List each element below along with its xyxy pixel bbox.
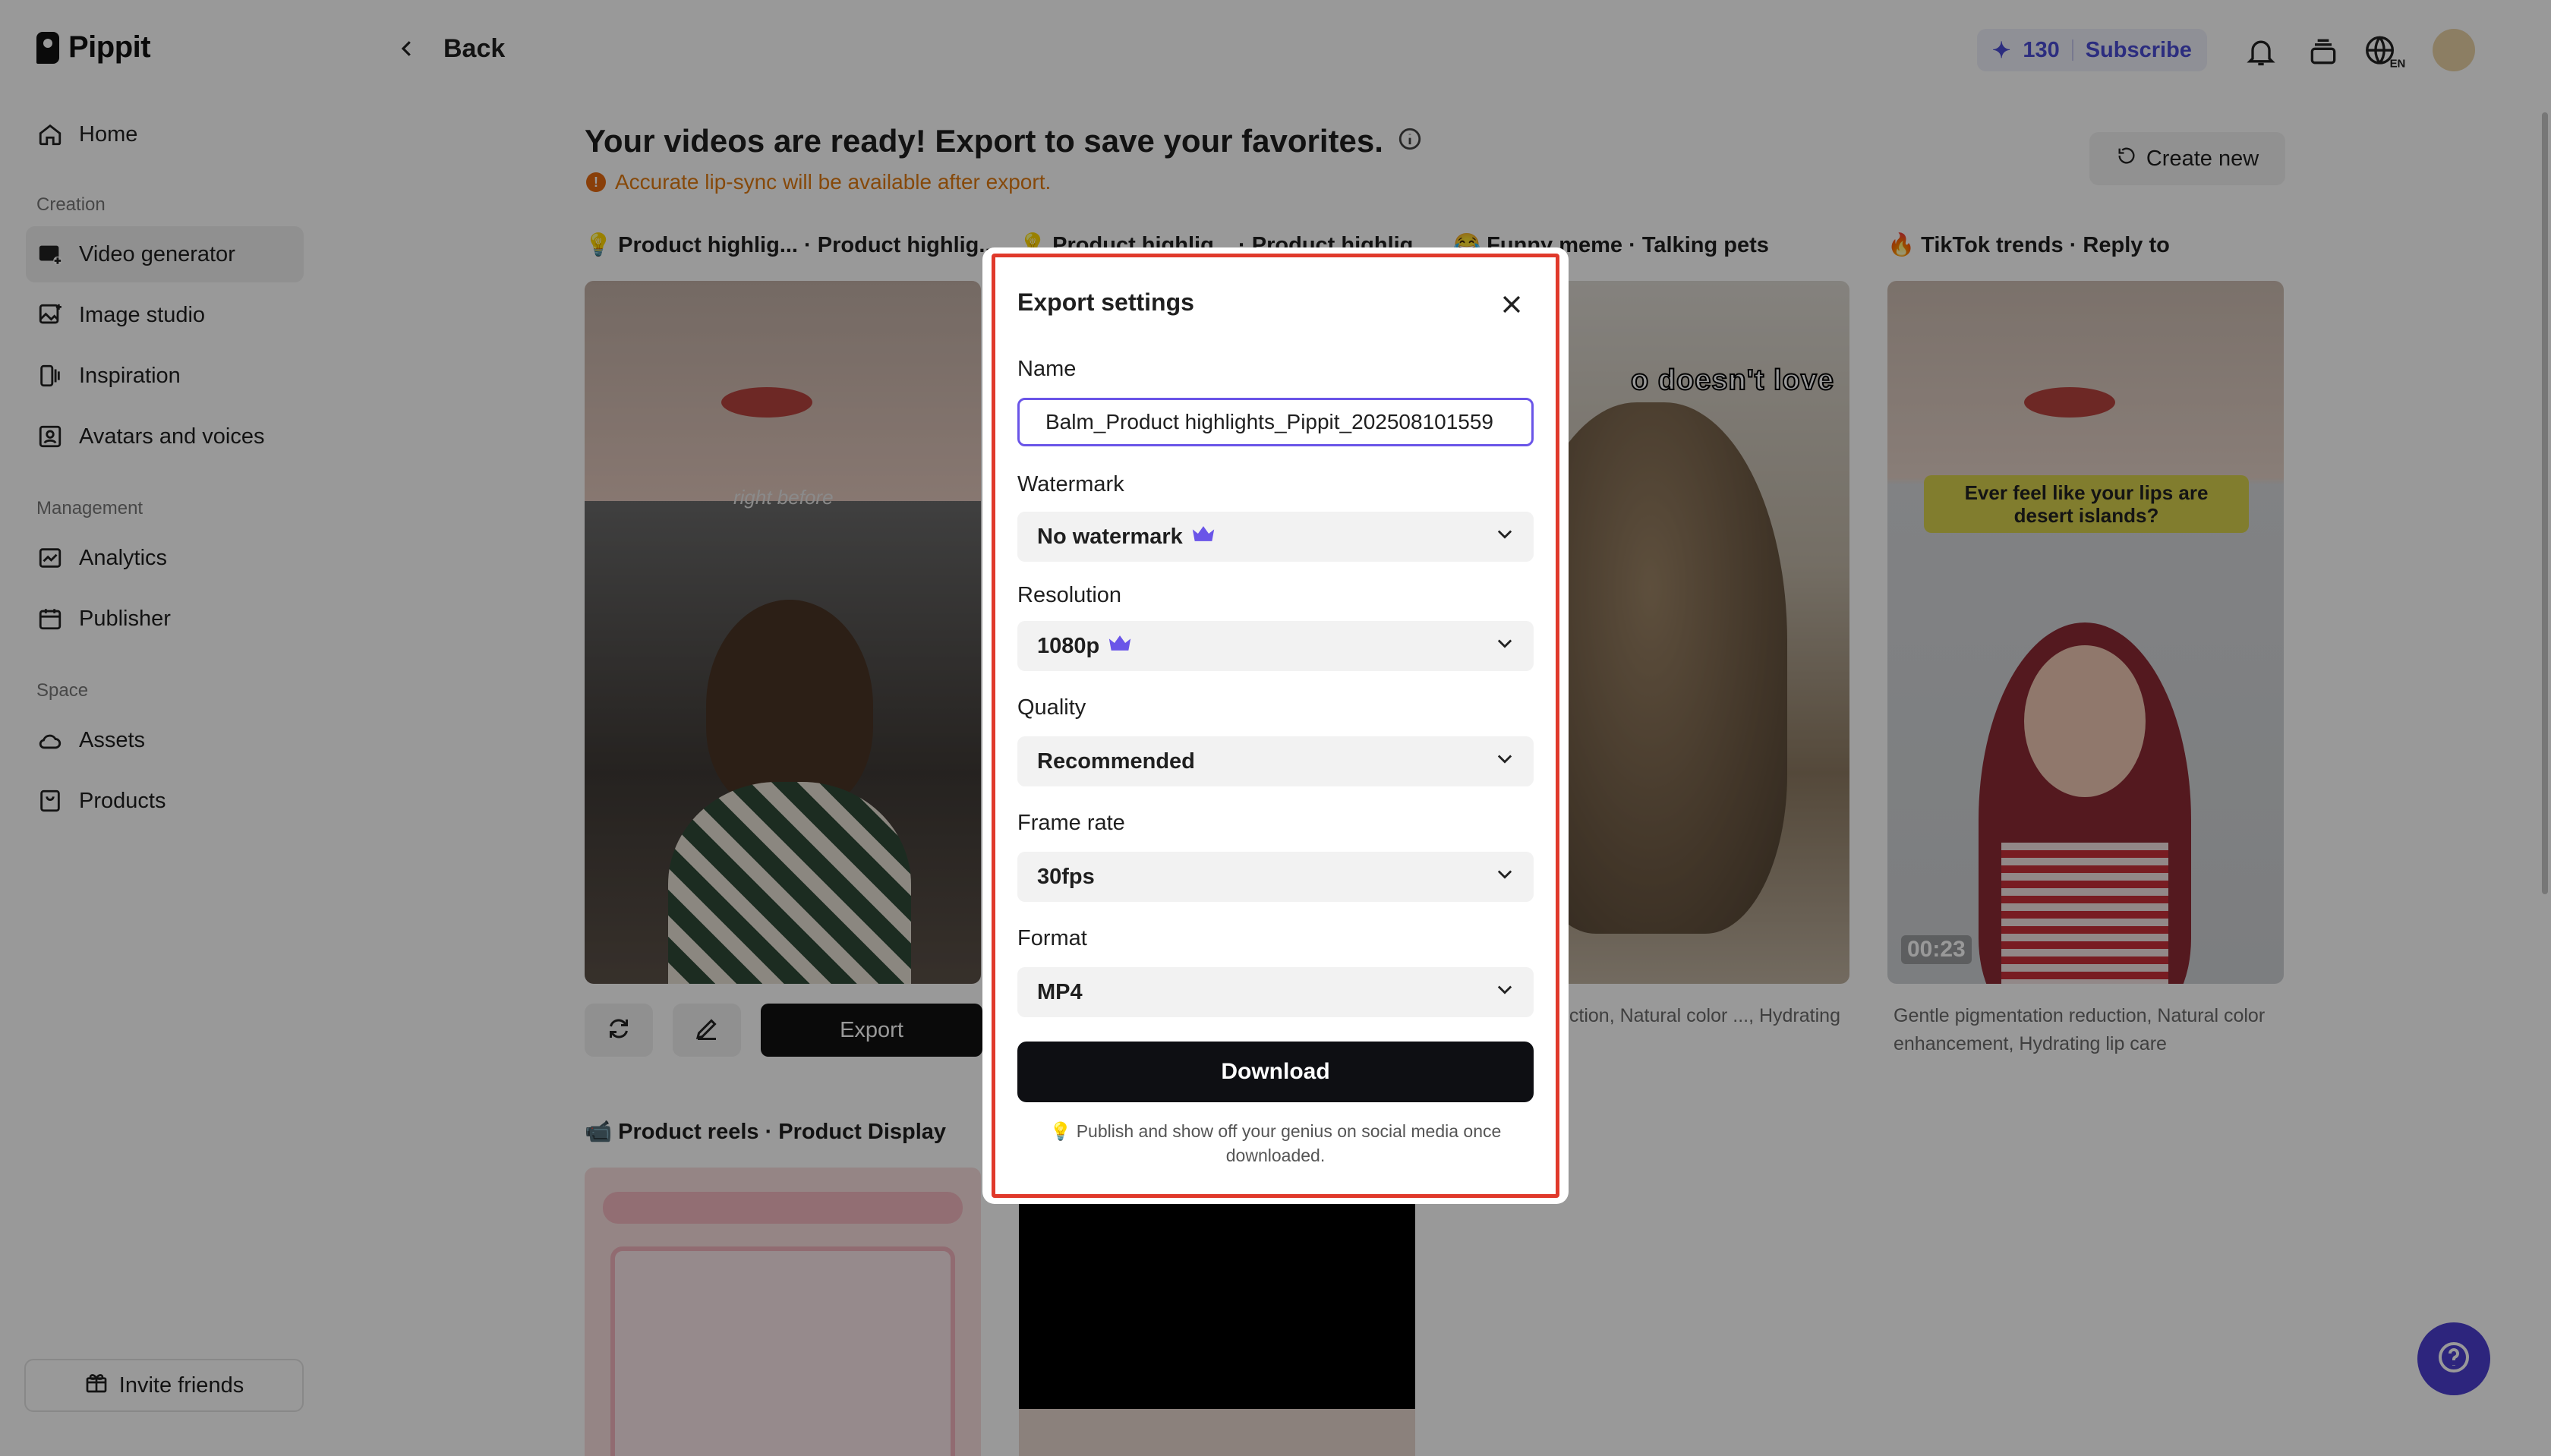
chevron-down-icon: [1494, 748, 1515, 775]
publish-tip: 💡 Publish and show off your genius on so…: [1049, 1121, 1502, 1165]
frame-rate-select[interactable]: 30fps: [1017, 852, 1534, 902]
resolution-value: 1080p: [1037, 633, 1100, 658]
chevron-down-icon: [1494, 979, 1515, 1006]
download-button[interactable]: Download: [1017, 1042, 1534, 1102]
format-label: Format: [1017, 926, 1087, 950]
name-input[interactable]: [1017, 398, 1534, 446]
close-button[interactable]: [1491, 285, 1532, 326]
chevron-down-icon: [1494, 523, 1515, 550]
crown-icon: [1190, 522, 1216, 551]
format-select[interactable]: MP4: [1017, 967, 1534, 1017]
frame-rate-label: Frame rate: [1017, 811, 1125, 835]
quality-value: Recommended: [1037, 748, 1195, 774]
resolution-label: Resolution: [1017, 583, 1122, 607]
quality-label: Quality: [1017, 695, 1086, 720]
select-value: 1080p: [1037, 632, 1494, 660]
select-value: No watermark: [1037, 522, 1494, 551]
watermark-select[interactable]: No watermark: [1017, 512, 1534, 562]
chevron-down-icon: [1494, 863, 1515, 890]
watermark-value: No watermark: [1037, 524, 1183, 549]
quality-select[interactable]: Recommended: [1017, 736, 1534, 786]
chevron-down-icon: [1494, 632, 1515, 660]
crown-icon: [1107, 632, 1133, 660]
watermark-label: Watermark: [1017, 472, 1124, 496]
frame-rate-value: 30fps: [1037, 864, 1095, 889]
close-icon: [1499, 292, 1525, 321]
name-label: Name: [1017, 357, 1077, 381]
dialog-title: Export settings: [1017, 288, 1194, 316]
resolution-select[interactable]: 1080p: [1017, 621, 1534, 671]
format-value: MP4: [1037, 979, 1083, 1004]
